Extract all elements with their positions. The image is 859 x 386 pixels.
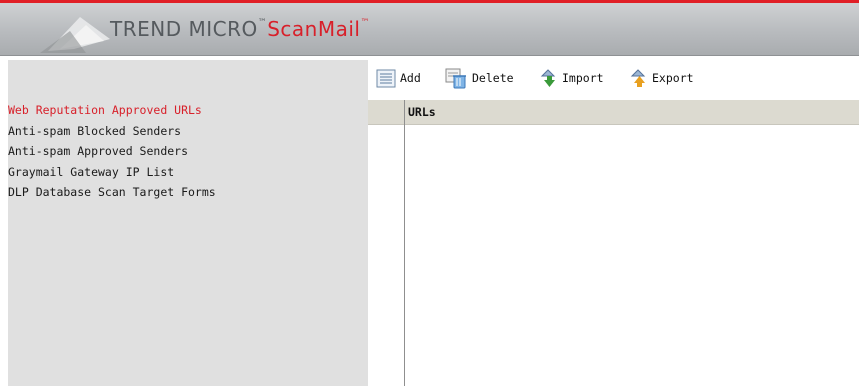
product-trademark: ™ (360, 18, 370, 28)
sidebar-item-dlp-database-scan-target-forms[interactable]: DLP Database Scan Target Forms (8, 182, 216, 203)
brand-title: TREND MICRO™ScanMail™ (110, 17, 370, 41)
toolbar: Add Delete Import Export (368, 66, 859, 92)
column-header-urls[interactable]: URLs (408, 105, 436, 119)
add-icon (376, 69, 396, 88)
export-label: Export (652, 71, 694, 85)
add-button[interactable]: Add (376, 66, 421, 90)
grid-header: URLs (368, 100, 859, 125)
delete-button[interactable]: Delete (444, 66, 514, 90)
main-panel: Add Delete Import Export URLs (368, 60, 859, 386)
sidebar-item-graymail-gateway-ip-list[interactable]: Graymail Gateway IP List (8, 162, 216, 183)
sidebar-list: Web Reputation Approved URLs Anti-spam B… (8, 100, 216, 203)
grid-header-corner (368, 100, 405, 124)
trend-micro-logo-icon (40, 17, 110, 53)
app-header: TREND MICRO™ScanMail™ (0, 3, 859, 56)
delete-label: Delete (472, 71, 514, 85)
export-icon (630, 69, 646, 87)
product-name: ScanMail (267, 17, 361, 41)
grid-column-divider (404, 124, 405, 386)
sidebar-item-anti-spam-blocked-senders[interactable]: Anti-spam Blocked Senders (8, 121, 216, 142)
sidebar-item-anti-spam-approved-senders[interactable]: Anti-spam Approved Senders (8, 141, 216, 162)
sidebar-item-web-reputation-approved-urls[interactable]: Web Reputation Approved URLs (8, 100, 216, 121)
brand-trademark: ™ (257, 18, 268, 28)
export-button[interactable]: Export (630, 66, 694, 90)
add-label: Add (400, 71, 421, 85)
import-icon (540, 69, 556, 87)
import-button[interactable]: Import (540, 66, 604, 90)
delete-icon (445, 68, 466, 89)
import-label: Import (562, 71, 604, 85)
sidebar: Web Reputation Approved URLs Anti-spam B… (8, 60, 368, 386)
brand-name: TREND MICRO (110, 17, 258, 41)
